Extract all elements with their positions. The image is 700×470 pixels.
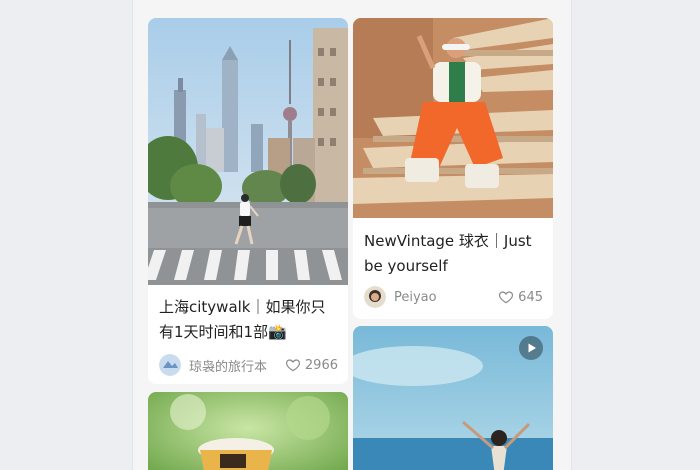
- author-name[interactable]: Peiyao: [394, 290, 498, 305]
- feed-screen: 上海citywalk｜如果你只 有1天时间和1部📸 琼袅的旅行本 2966 Ne…: [132, 0, 572, 470]
- like-button[interactable]: 2966: [285, 357, 338, 373]
- note-card-shanghai-citywalk[interactable]: 上海citywalk｜如果你只 有1天时间和1部📸 琼袅的旅行本 2966: [148, 18, 348, 384]
- like-count: 2966: [304, 357, 338, 373]
- note-card-newvintage[interactable]: NewVintage 球衣｜Just be yourself Peiyao 64…: [353, 18, 553, 319]
- city-skyline-photo: [148, 18, 348, 285]
- note-card-drink[interactable]: [148, 392, 348, 470]
- heart-icon: [499, 291, 514, 304]
- note-meta: 琼袅的旅行本 2966: [159, 354, 338, 376]
- author-name[interactable]: 琼袅的旅行本: [189, 356, 285, 375]
- like-button[interactable]: 645: [498, 289, 543, 305]
- author-avatar[interactable]: [159, 354, 181, 376]
- note-card-beach-video[interactable]: [353, 326, 553, 470]
- fashion-stairs-photo: [353, 18, 553, 218]
- drink-cup-photo: [148, 392, 348, 470]
- play-icon[interactable]: [519, 336, 543, 360]
- heart-icon: [285, 359, 300, 372]
- like-count: 645: [518, 289, 543, 305]
- author-avatar[interactable]: [364, 286, 386, 308]
- note-meta: Peiyao 645: [364, 286, 543, 308]
- note-title[interactable]: 上海citywalk｜如果你只 有1天时间和1部📸: [159, 295, 338, 345]
- note-title[interactable]: NewVintage 球衣｜Just be yourself: [364, 229, 543, 279]
